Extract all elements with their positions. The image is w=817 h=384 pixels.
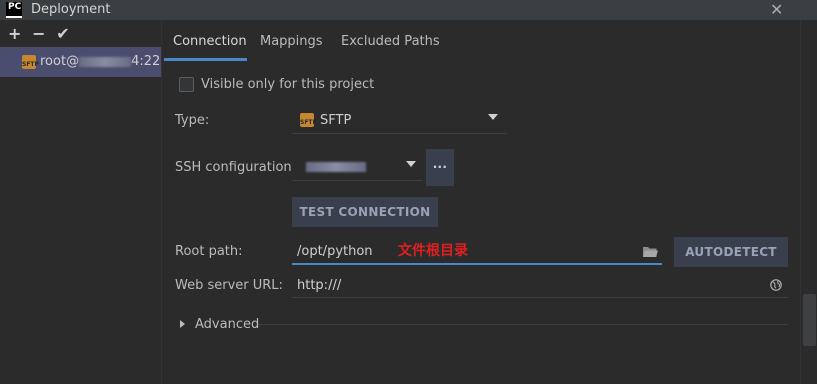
close-icon[interactable]: ✕	[770, 0, 783, 19]
web-server-url-input[interactable]: http:///	[292, 272, 788, 298]
tab-connection[interactable]: Connection	[173, 34, 247, 49]
ssh-config-select[interactable]	[292, 153, 422, 181]
expand-arrow-icon[interactable]	[180, 320, 185, 328]
root-path-value: /opt/python	[297, 244, 373, 259]
root-path-input[interactable]: /opt/python	[292, 238, 662, 265]
advanced-divider	[258, 324, 788, 325]
scrollbar[interactable]	[800, 20, 817, 384]
sftp-server-icon: SFTP	[22, 55, 39, 69]
globe-icon[interactable]	[770, 279, 782, 291]
add-server-button[interactable]: +	[8, 24, 28, 43]
visible-only-label: Visible only for this project	[201, 77, 375, 92]
autodetect-button[interactable]: AUTODETECT	[674, 237, 788, 267]
server-list-item[interactable]: SFTP root@ 4:22	[0, 47, 161, 77]
type-label: Type:	[175, 113, 210, 128]
type-select-value: SFTP	[320, 113, 352, 128]
chevron-down-icon	[488, 114, 498, 120]
pycharm-logo-icon: PC	[6, 2, 22, 18]
window-title: Deployment	[31, 2, 111, 17]
ssh-config-more-button[interactable]: ...	[426, 149, 454, 186]
test-connection-button[interactable]: TEST CONNECTION	[292, 197, 438, 227]
server-name: root@ 4:22	[40, 54, 161, 69]
visible-only-checkbox[interactable]	[179, 77, 194, 92]
server-toolbar: + − ✔	[8, 24, 76, 44]
apply-button[interactable]: ✔	[56, 24, 76, 43]
tab-bar: Connection Mappings Excluded Paths	[162, 20, 799, 61]
tab-mappings[interactable]: Mappings	[260, 34, 323, 49]
folder-icon[interactable]	[643, 246, 658, 257]
type-select[interactable]: SFTP SFTP	[292, 106, 507, 134]
remove-server-button[interactable]: −	[32, 24, 52, 43]
title-bar: PC Deployment ✕	[0, 0, 817, 20]
server-list-panel: + − ✔ SFTP root@ 4:22	[0, 20, 162, 384]
chevron-down-icon	[406, 161, 416, 167]
tab-excluded-paths[interactable]: Excluded Paths	[341, 34, 440, 49]
root-path-annotation: 文件根目录	[398, 243, 468, 259]
advanced-section-toggle[interactable]: Advanced	[195, 317, 259, 332]
active-tab-indicator	[164, 58, 247, 61]
ssh-config-label: SSH configuration:	[175, 160, 297, 175]
redacted-ssh-value	[306, 162, 366, 172]
sftp-type-icon: SFTP	[300, 113, 317, 127]
root-path-label: Root path:	[175, 244, 243, 259]
scrollbar-thumb[interactable]	[803, 294, 816, 346]
redacted-host	[79, 56, 132, 67]
web-server-url-label: Web server URL:	[175, 278, 283, 293]
web-server-url-value: http:///	[297, 278, 342, 293]
